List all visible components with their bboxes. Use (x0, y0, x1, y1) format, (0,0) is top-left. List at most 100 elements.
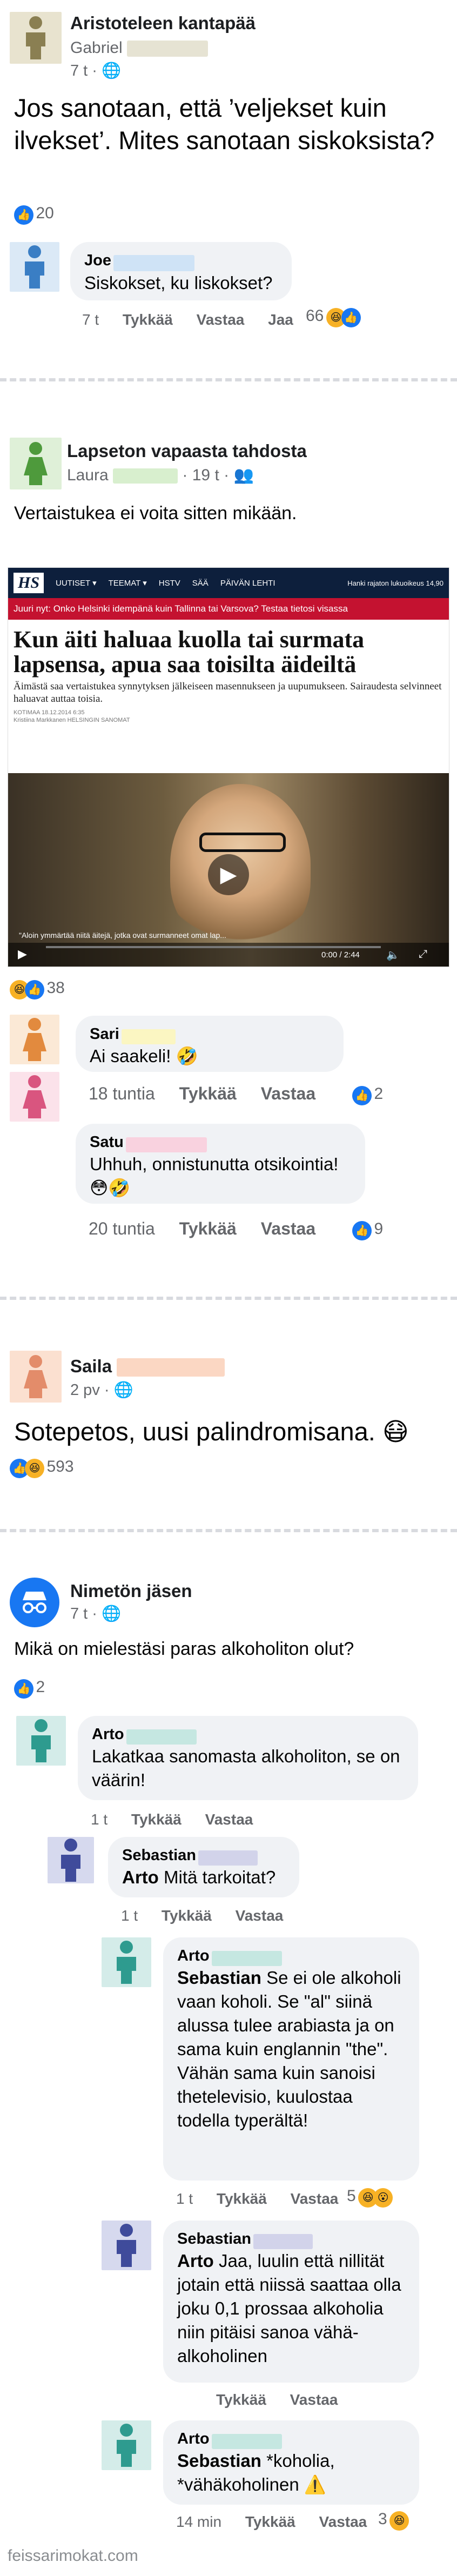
author-avatar[interactable] (10, 1351, 62, 1403)
news-byline: Kristiina Markkanen HELSINGIN SANOMAT (14, 717, 130, 723)
volume-icon[interactable]: 🔈 (386, 948, 400, 962)
reply-button[interactable]: Vastaa (291, 2190, 339, 2207)
commenter-avatar[interactable] (48, 1837, 94, 1883)
watermark: feissarimokat.com (8, 2547, 138, 2565)
news-headline[interactable]: Kun äiti haluaa kuolla tai surmata lapse… (14, 627, 443, 677)
news-navbar: HS UUTISET ▾ TEEMAT ▾ HSTV SÄÄ PÄIVÄN LE… (8, 568, 449, 598)
play-control-icon[interactable]: ▶ (18, 947, 27, 961)
group-avatar[interactable] (10, 438, 62, 489)
comment-reactions[interactable]: 66 😆 👍 (306, 307, 361, 327)
comment-time[interactable]: 7 t (82, 311, 99, 328)
post-time[interactable]: 7 t · 🌐 (70, 62, 121, 80)
mention-tag[interactable]: Sebastian (177, 2451, 261, 2471)
commenter-avatar[interactable] (10, 1015, 59, 1064)
author-name[interactable]: Laura · 19 t · 👥 (67, 466, 254, 485)
comment-author[interactable]: Arto (177, 1947, 210, 1964)
like-button[interactable]: Tykkää (245, 2513, 295, 2530)
comment-reactions[interactable]: 3 😆 (378, 2510, 409, 2531)
comment-author[interactable]: Joe (84, 252, 111, 269)
comment-author[interactable]: Sari (90, 1025, 119, 1043)
comment-time[interactable]: 20 tuntia (89, 1219, 155, 1238)
reply-button[interactable]: Vastaa (236, 1907, 284, 1924)
reply-button[interactable]: Vastaa (197, 311, 245, 328)
commenter-avatar[interactable] (16, 1716, 66, 1766)
like-button[interactable]: Tykkää (162, 1907, 212, 1924)
comment-reactions[interactable]: 👍 2 (352, 1085, 383, 1105)
reaction-summary[interactable]: 👍 20 (14, 204, 54, 225)
group-name[interactable]: Lapseton vapaasta tahdosta (67, 441, 307, 461)
commenter-avatar[interactable] (102, 1937, 151, 1987)
comment-reaction-count: 3 (378, 2510, 387, 2528)
mention-tag[interactable]: Arto (122, 1867, 159, 1887)
comment-time[interactable]: 1 t (121, 1907, 138, 1924)
reply-button[interactable]: Vastaa (290, 2391, 338, 2408)
comment-time[interactable]: 14 min (176, 2513, 221, 2530)
group-name[interactable]: Aristoteleen kantapää (70, 13, 256, 33)
mention-tag[interactable]: Sebastian (177, 1968, 261, 1988)
commenter-avatar[interactable] (102, 2420, 151, 2470)
comment-time[interactable]: 18 tuntia (89, 1084, 155, 1103)
news-video[interactable]: ▶ "Aloin ymmärtää niitä äitejä, jotka ov… (8, 773, 449, 967)
subscribe-link[interactable]: Hanki rajaton lukuoikeus 14,90 (347, 579, 443, 587)
like-reaction-icon: 👍 (25, 980, 44, 999)
reaction-summary[interactable]: 👍 2 (14, 1678, 45, 1699)
comment-time[interactable]: 1 t (91, 1811, 107, 1828)
reaction-summary[interactable]: 😆 👍 38 (10, 979, 65, 999)
reaction-count: 2 (36, 1678, 45, 1696)
like-button[interactable]: Tykkää (217, 2190, 267, 2207)
like-button[interactable]: Tykkää (123, 311, 173, 328)
share-button[interactable]: Jaa (268, 311, 293, 328)
hs-logo[interactable]: HS (14, 573, 44, 593)
nav-item[interactable]: UUTISET ▾ (56, 578, 97, 588)
commenter-avatar[interactable] (102, 2221, 151, 2270)
like-button[interactable]: Tykkää (216, 2391, 266, 2408)
group-avatar[interactable] (10, 12, 62, 64)
comment-author[interactable]: Arto (92, 1726, 124, 1743)
comment-author[interactable]: Sebastian (177, 2230, 251, 2248)
post-time[interactable]: · 19 t · (182, 466, 229, 484)
nav-item[interactable]: SÄÄ (192, 579, 209, 588)
like-reaction-icon: 👍 (352, 1086, 372, 1105)
comment-text: Lakatkaa sanomasta alkoholiton, se on vä… (92, 1746, 400, 1790)
nav-item[interactable]: TEEMAT ▾ (109, 578, 147, 588)
author-name[interactable]: Nimetön jäsen (70, 1581, 192, 1601)
reply-button[interactable]: Vastaa (261, 1219, 315, 1238)
comment-time[interactable]: 1 t (176, 2190, 193, 2207)
author-name[interactable]: Saila (70, 1356, 225, 1377)
like-button[interactable]: Tykkää (179, 1084, 237, 1103)
blurred-name (253, 2233, 313, 2249)
post-text: Sotepetos, uusi palindromisana. 😷 (14, 1417, 409, 1446)
video-glasses (199, 833, 286, 852)
reaction-summary[interactable]: 👍 😆 593 (10, 1458, 74, 1478)
blurred-name (212, 1950, 283, 1966)
like-button[interactable]: Tykkää (179, 1219, 237, 1238)
nav-item[interactable]: PÄIVÄN LEHTI (220, 579, 275, 588)
comment-author[interactable]: Satu (90, 1133, 124, 1151)
author-name[interactable]: Gabriel (70, 39, 209, 57)
shared-news-screenshot[interactable]: HS UUTISET ▾ TEEMAT ▾ HSTV SÄÄ PÄIVÄN LE… (8, 567, 449, 967)
comment-reactions[interactable]: 5 😆 😮 (347, 2187, 393, 2208)
blurred-name (126, 1729, 197, 1745)
like-reaction-icon: 👍 (14, 205, 33, 225)
reply-button[interactable]: Vastaa (205, 1811, 253, 1828)
fullscreen-icon[interactable]: ⤢ (419, 948, 427, 961)
comment-reactions[interactable]: 👍 9 (352, 1220, 383, 1240)
comment-author[interactable]: Sebastian (122, 1847, 196, 1864)
reply-button[interactable]: Vastaa (261, 1084, 315, 1103)
commenter-avatar[interactable] (10, 242, 59, 292)
comment-author[interactable]: Arto (177, 2430, 210, 2447)
post-time[interactable]: 2 pv · 🌐 (70, 1381, 133, 1399)
play-icon[interactable]: ▶ (208, 854, 249, 895)
like-reaction-icon: 👍 (14, 1679, 33, 1699)
post-time[interactable]: 7 t · 🌐 (70, 1605, 121, 1623)
group-members-icon: 👥 (233, 466, 254, 484)
mention-tag[interactable]: Arto (177, 2251, 214, 2271)
news-ticker[interactable]: Juuri nyt: Onko Helsinki idempänä kuin T… (8, 598, 449, 620)
like-reaction-icon: 👍 (352, 1221, 372, 1240)
commenter-avatar[interactable] (10, 1072, 59, 1122)
anonymous-avatar[interactable] (10, 1578, 59, 1627)
nav-item[interactable]: HSTV (159, 579, 180, 588)
reply-button[interactable]: Vastaa (319, 2513, 367, 2530)
like-button[interactable]: Tykkää (131, 1811, 182, 1828)
video-progress-bar[interactable] (46, 946, 381, 948)
